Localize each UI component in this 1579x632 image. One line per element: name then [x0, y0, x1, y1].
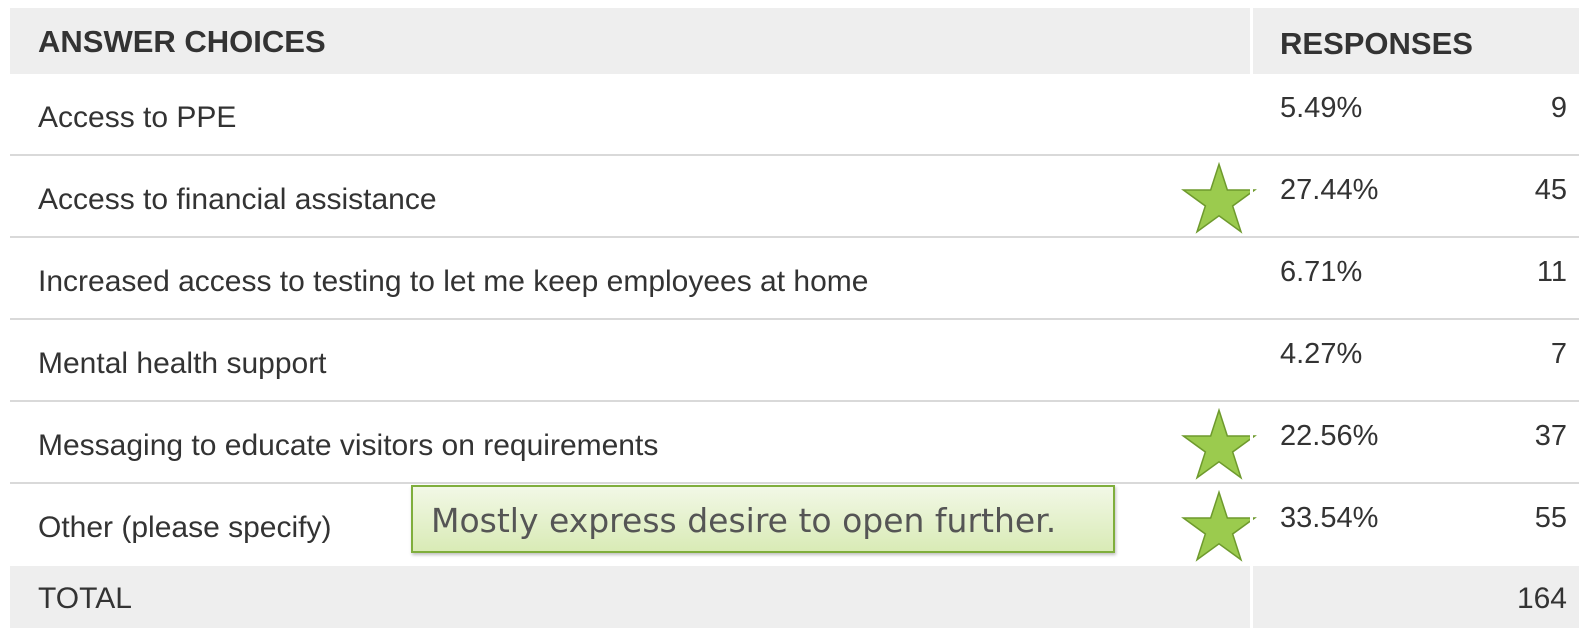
column-divider — [1250, 566, 1253, 628]
answer-label: Messaging to educate visitors on require… — [38, 429, 659, 462]
column-divider — [1250, 484, 1253, 566]
total-label: TOTAL — [38, 582, 132, 615]
response-percent: 27.44% — [1280, 174, 1379, 206]
response-count: 55 — [1534, 502, 1567, 534]
response-count: 45 — [1534, 174, 1567, 206]
column-divider — [1250, 8, 1253, 74]
column-divider — [1250, 238, 1253, 318]
response-percent: 4.27% — [1280, 338, 1363, 370]
column-divider — [1250, 320, 1253, 400]
column-divider — [1250, 402, 1253, 482]
answer-label: Access to PPE — [38, 101, 237, 134]
table-row: Increased access to testing to let me ke… — [10, 238, 1579, 320]
response-count: 7 — [1550, 338, 1567, 370]
total-count: 164 — [1516, 582, 1567, 615]
response-percent: 6.71% — [1280, 256, 1363, 288]
answer-label: Mental health support — [38, 347, 327, 380]
response-percent: 33.54% — [1280, 502, 1379, 534]
response-percent: 22.56% — [1280, 420, 1379, 452]
table-row: Access to PPE 5.49% 9 — [10, 74, 1579, 156]
total-row: TOTAL 164 — [10, 566, 1579, 628]
table-row: Messaging to educate visitors on require… — [10, 402, 1579, 484]
star-icon — [1180, 161, 1258, 234]
answer-label: Other (please specify) — [38, 511, 332, 544]
star-icon — [1180, 489, 1258, 562]
star-icon — [1180, 407, 1258, 480]
response-count: 9 — [1550, 92, 1567, 124]
answer-label: Increased access to testing to let me ke… — [38, 265, 869, 298]
column-divider — [1250, 156, 1253, 236]
table-row: Access to financial assistance 27.44% 45 — [10, 156, 1579, 238]
answer-label: Access to financial assistance — [38, 183, 437, 216]
response-count: 37 — [1534, 420, 1567, 452]
responses-header: RESPONSES — [1280, 26, 1473, 61]
response-percent: 5.49% — [1280, 92, 1363, 124]
table-row: Mental health support 4.27% 7 — [10, 320, 1579, 402]
annotation-callout: Mostly express desire to open further. — [411, 485, 1115, 553]
column-divider — [1250, 74, 1253, 154]
table-header: ANSWER CHOICES RESPONSES — [10, 8, 1579, 74]
response-count: 11 — [1536, 256, 1567, 288]
answer-choices-header: ANSWER CHOICES — [38, 24, 326, 59]
